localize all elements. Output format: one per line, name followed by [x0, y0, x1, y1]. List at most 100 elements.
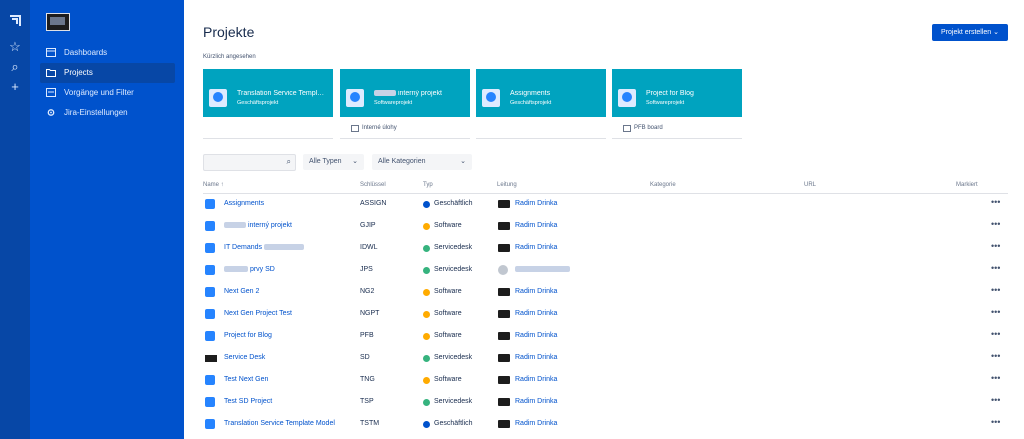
servicedesk-type-icon — [423, 399, 430, 406]
table-row: Next Gen Project Test NGPT Software Radi… — [203, 304, 1008, 326]
project-name-link[interactable]: Test SD Project — [224, 398, 272, 405]
global-nav: ☆ ⌕ + — [0, 0, 30, 439]
software-type-icon — [423, 377, 430, 384]
sidebar-item-label: Jira-Einstellungen — [64, 108, 128, 117]
more-actions-button[interactable]: ••• — [991, 285, 1000, 295]
lead-name-link[interactable]: Radim Drinka — [515, 420, 557, 427]
project-name-link[interactable]: Assignments — [224, 200, 264, 207]
more-actions-button[interactable]: ••• — [991, 263, 1000, 273]
more-actions-button[interactable]: ••• — [991, 417, 1000, 427]
plus-icon[interactable]: + — [6, 78, 24, 96]
redacted-text — [224, 222, 246, 229]
lead-name-link[interactable]: Radim Drinka — [515, 376, 557, 383]
lead-avatar — [498, 288, 510, 296]
software-type-icon — [423, 333, 430, 340]
lead-name-link[interactable]: Radim Drinka — [515, 332, 557, 339]
more-actions-button[interactable]: ••• — [991, 307, 1000, 317]
project-avatar-icon — [482, 89, 500, 107]
project-type: Software — [434, 222, 462, 229]
board-link[interactable]: Interné úlohy — [362, 119, 397, 138]
card-footer[interactable]: PFB board — [612, 119, 742, 139]
chevron-down-icon: ⌄ — [460, 158, 466, 165]
lead-avatar — [498, 332, 510, 340]
main-content: Projekte Projekt erstellen ⌄ Kürzlich an… — [184, 0, 1024, 439]
star-icon[interactable]: ☆ — [6, 38, 24, 56]
software-type-icon — [423, 223, 430, 230]
lead-name-link[interactable]: Radim Drinka — [515, 244, 557, 251]
board-icon — [623, 125, 631, 132]
project-avatar-icon — [618, 89, 636, 107]
create-project-button[interactable]: Projekt erstellen ⌄ — [932, 24, 1008, 41]
project-name-link[interactable]: Project for Blog — [224, 332, 272, 339]
sidebar-item-label: Vorgänge und Filter — [64, 88, 134, 97]
more-actions-button[interactable]: ••• — [991, 197, 1000, 207]
lead-avatar — [498, 398, 510, 406]
lead-name-redacted[interactable] — [515, 266, 570, 273]
more-actions-button[interactable]: ••• — [991, 351, 1000, 361]
project-key: NGPT — [360, 310, 380, 317]
lead-avatar — [498, 310, 510, 318]
lead-avatar — [498, 376, 510, 384]
table-row: Test Next Gen TNG Software Radim Drinka … — [203, 370, 1008, 392]
type-filter-select[interactable]: Alle Typen ⌄ — [303, 154, 364, 170]
project-type: Software — [434, 288, 462, 295]
card-header[interactable]: Project for Blog Softwareprojekt — [612, 69, 742, 117]
project-key: GJIP — [360, 222, 376, 229]
business-type-icon — [423, 421, 430, 428]
project-type: Geschäftlich — [434, 420, 473, 427]
project-name-text: IT Demands — [224, 244, 262, 251]
board-link[interactable]: PFB board — [634, 119, 663, 138]
sidebar-item-projects[interactable]: Projects — [40, 63, 175, 83]
project-name-link[interactable]: Test Next Gen — [224, 376, 268, 383]
lead-name-link[interactable]: Radim Drinka — [515, 398, 557, 405]
column-header-name[interactable]: Name ↑ — [203, 182, 224, 188]
project-name-link[interactable]: Next Gen 2 — [224, 288, 259, 295]
lead-name-link[interactable]: Radim Drinka — [515, 310, 557, 317]
lead-name-link[interactable]: Radim Drinka — [515, 354, 557, 361]
project-name-link[interactable]: Next Gen Project Test — [224, 310, 292, 317]
column-header-type: Typ — [423, 182, 433, 188]
project-name-link[interactable]: Service Desk — [224, 354, 265, 361]
project-avatar-icon — [205, 355, 217, 362]
more-actions-button[interactable]: ••• — [991, 329, 1000, 339]
table-row: IT Demands IDWL Servicedesk Radim Drinka… — [203, 238, 1008, 260]
project-key: IDWL — [360, 244, 378, 251]
sidebar-item-issues[interactable]: Vorgänge und Filter — [40, 83, 175, 103]
table-row: Project for Blog PFB Software Radim Drin… — [203, 326, 1008, 348]
sidebar: Dashboards Projects Vorgänge und Filter … — [30, 0, 184, 439]
recent-project-card[interactable]: interný projekt Softwareprojekt Interné … — [340, 69, 470, 139]
recent-project-card[interactable]: Translation Service Template Model Gesch… — [203, 69, 333, 139]
column-header-lead: Leitung — [497, 182, 517, 188]
lead-name-link[interactable]: Radim Drinka — [515, 222, 557, 229]
category-filter-select[interactable]: Alle Kategorien ⌄ — [372, 154, 472, 170]
project-name-link[interactable]: Translation Service Template Model — [224, 420, 335, 427]
lead-name-link[interactable]: Radim Drinka — [515, 200, 557, 207]
more-actions-button[interactable]: ••• — [991, 241, 1000, 251]
card-header[interactable]: Assignments Geschäftsprojekt — [476, 69, 606, 117]
more-actions-button[interactable]: ••• — [991, 373, 1000, 383]
recent-project-card[interactable]: Project for Blog Softwareprojekt PFB boa… — [612, 69, 742, 139]
search-input[interactable]: ⌕ — [203, 154, 296, 171]
project-name-link[interactable]: IT Demands — [224, 244, 304, 251]
category-filter-label: Alle Kategorien — [378, 158, 426, 165]
more-actions-button[interactable]: ••• — [991, 395, 1000, 405]
lead-name-link[interactable]: Radim Drinka — [515, 288, 557, 295]
jira-logo-icon[interactable] — [6, 14, 24, 32]
project-type: Servicedesk — [434, 354, 473, 361]
lead-avatar — [498, 244, 510, 252]
sidebar-item-dashboards[interactable]: Dashboards — [40, 43, 175, 63]
project-name-link[interactable]: prvy SD — [224, 266, 275, 273]
card-header[interactable]: interný projekt Softwareprojekt — [340, 69, 470, 117]
search-icon[interactable]: ⌕ — [6, 58, 24, 76]
more-actions-button[interactable]: ••• — [991, 219, 1000, 229]
recent-project-card[interactable]: Assignments Geschäftsprojekt — [476, 69, 606, 139]
project-key: TNG — [360, 376, 375, 383]
card-footer[interactable]: Interné úlohy — [340, 119, 470, 139]
project-name-link[interactable]: interný projekt — [224, 222, 292, 229]
card-header[interactable]: Translation Service Template Model Gesch… — [203, 69, 333, 117]
type-filter-label: Alle Typen — [309, 158, 342, 165]
sidebar-item-settings[interactable]: Jira-Einstellungen — [40, 103, 175, 123]
site-logo[interactable] — [46, 13, 70, 31]
card-title-text: interný projekt — [397, 90, 442, 97]
column-header-url: URL — [804, 182, 817, 188]
